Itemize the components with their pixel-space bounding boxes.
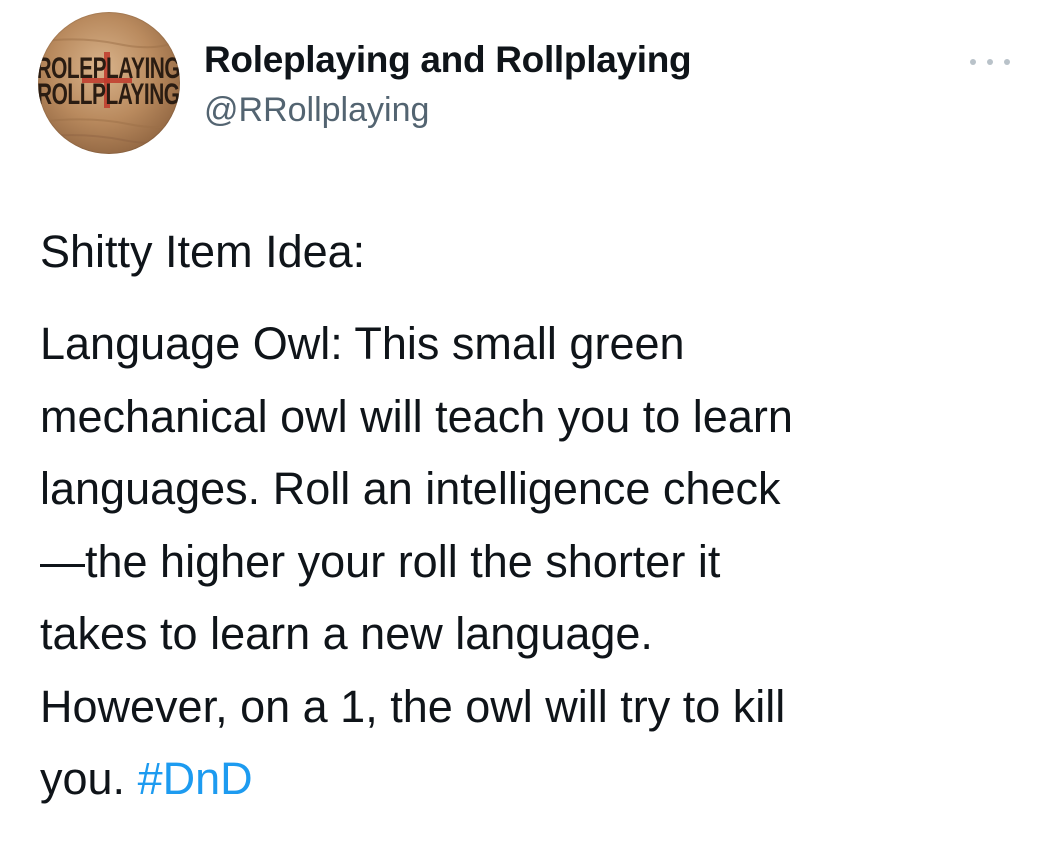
author-block: Roleplaying and Rollplaying @RRollplayin… <box>204 38 692 132</box>
tweet-line: languages. Roll an intelligence check <box>40 463 781 514</box>
tweet-line: However, on a 1, the owl will try to kil… <box>40 680 786 732</box>
more-dot <box>1004 59 1010 65</box>
avatar[interactable]: ROLEPLAYING ROLLPLAYING <box>38 12 180 154</box>
author-handle[interactable]: @RRollplaying <box>204 88 691 132</box>
tweet-line: Language Owl: This small green <box>40 318 685 369</box>
svg-text:ROLLPLAYING: ROLLPLAYING <box>38 78 180 110</box>
tweet-heading: Shitty Item Idea: <box>40 226 366 277</box>
more-dot <box>970 59 976 65</box>
tweet-line: mechanical owl will teach you to learn <box>40 390 793 442</box>
avatar-logo-image: ROLEPLAYING ROLLPLAYING <box>38 38 180 144</box>
tweet-body: Language Owl: This small green mechanica… <box>40 308 1020 816</box>
tweet-last-line: you. #DnD <box>40 743 1020 816</box>
hashtag-link[interactable]: #DnD <box>138 753 253 804</box>
more-dot <box>987 59 993 65</box>
tweet-text: Shitty Item Idea: Language Owl: This sma… <box>40 222 1020 816</box>
more-horizontal-icon[interactable] <box>970 52 1010 72</box>
tweet-line-text: you. <box>40 753 138 804</box>
tweet-line: —the higher your roll the shorter it <box>40 535 721 587</box>
tweet-card: ROLEPLAYING ROLLPLAYING Roleplaying and … <box>0 0 1044 860</box>
author-display-name[interactable]: Roleplaying and Rollplaying <box>204 38 692 82</box>
tweet-line: takes to learn a new language. <box>40 608 653 659</box>
